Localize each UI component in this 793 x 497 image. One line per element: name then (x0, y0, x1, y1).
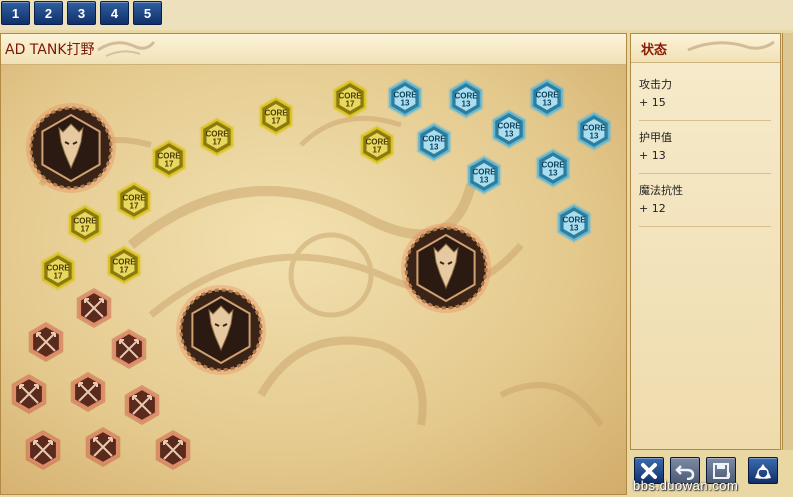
stat-attack-damage: 攻击力 + 15 (639, 70, 771, 121)
stat-label: 攻击力 (639, 78, 672, 91)
mark-slot-6[interactable] (121, 384, 163, 426)
rune-page-tabs: 1 2 3 4 5 (0, 0, 793, 30)
status-panel: 状态 攻击力 + 15 护甲值 + 13 魔法抗性 + 12 (630, 33, 781, 450)
stat-value: + 13 (639, 149, 666, 162)
dragon-head-icon (26, 103, 116, 193)
save-disk-icon (713, 462, 730, 479)
blue-rune-frame-icon (466, 155, 502, 195)
mark-slot-1[interactable] (73, 287, 115, 329)
build-title[interactable]: AD TANK打野 (5, 39, 95, 59)
crossed-arrows-icon (25, 430, 61, 470)
blue-rune-frame-icon (576, 111, 612, 151)
x-icon (641, 462, 657, 479)
blue-rune-2[interactable]: CORE 13 (445, 78, 487, 120)
page-tab-1[interactable]: 1 (1, 1, 30, 25)
blue-rune-1[interactable]: CORE 13 (384, 77, 426, 119)
page-tab-3[interactable]: 3 (67, 1, 96, 25)
blue-rune-frame-icon (416, 122, 452, 162)
status-title: 状态 (641, 43, 668, 58)
stat-value: + 15 (639, 96, 666, 109)
blue-rune-frame-icon (491, 109, 527, 149)
mark-slot-8[interactable] (82, 426, 124, 468)
page-tab-5[interactable]: 5 (133, 1, 162, 25)
mark-slot-4[interactable] (8, 373, 50, 415)
blue-rune-frame-icon (387, 78, 423, 118)
yellow-rune-frame-icon (106, 245, 142, 285)
crossed-arrows-icon (124, 385, 160, 425)
page-tab-2[interactable]: 2 (34, 1, 63, 25)
mark-slot-9[interactable] (152, 429, 194, 471)
yellow-rune-frame-icon (151, 139, 187, 179)
page-tab-4[interactable]: 4 (100, 1, 129, 25)
crossed-arrows-icon (76, 288, 112, 328)
tribal-swirl-ornament (687, 40, 775, 52)
blue-rune-frame-icon (448, 79, 484, 119)
build-title-bar: AD TANK打野 (1, 34, 626, 65)
status-header: 状态 (631, 34, 780, 63)
stat-magic-resist: 魔法抗性 + 12 (639, 176, 771, 227)
yellow-rune-2[interactable]: CORE 17 (356, 124, 398, 166)
blue-rune-6[interactable]: CORE 13 (573, 110, 615, 152)
blue-rune-4[interactable]: CORE 13 (413, 121, 455, 163)
watermark-text: bbs.duowan.com (633, 478, 739, 493)
blue-rune-3[interactable]: CORE 13 (526, 77, 568, 119)
yellow-rune-frame-icon (332, 79, 368, 119)
yellow-rune-8[interactable]: CORE 17 (103, 244, 145, 286)
mark-slot-5[interactable] (67, 371, 109, 413)
blue-rune-frame-icon (556, 203, 592, 243)
quintessence-slot-2[interactable] (175, 284, 267, 376)
crossed-arrows-icon (155, 430, 191, 470)
undo-arrow-icon (675, 464, 695, 480)
yellow-rune-3[interactable]: CORE 17 (255, 95, 297, 137)
yellow-rune-frame-icon (199, 117, 235, 157)
yellow-rune-frame-icon (258, 96, 294, 136)
yellow-rune-9[interactable]: CORE 17 (37, 250, 79, 292)
blue-rune-frame-icon (529, 78, 565, 118)
crossed-arrows-icon (111, 329, 147, 369)
crossed-arrows-icon (11, 374, 47, 414)
rune-page-panel: AD TANK打野 CORE 17 CORE 17 CORE 17 CORE 17 CORE 17… (0, 33, 627, 495)
yellow-rune-6[interactable]: CORE 17 (113, 180, 155, 222)
blue-rune-frame-icon (535, 148, 571, 188)
mark-slot-3[interactable] (108, 328, 150, 370)
stat-label: 护甲值 (639, 131, 672, 144)
crossed-arrows-icon (70, 372, 106, 412)
yellow-rune-frame-icon (67, 204, 103, 244)
dragon-head-icon (176, 285, 266, 375)
mark-slot-7[interactable] (22, 429, 64, 471)
yellow-rune-1[interactable]: CORE 17 (329, 78, 371, 120)
status-scrollbar[interactable] (782, 33, 793, 450)
blue-rune-7[interactable]: CORE 13 (463, 154, 505, 196)
blue-rune-9[interactable]: CORE 13 (553, 202, 595, 244)
stat-value: + 12 (639, 202, 666, 215)
quintessence-slot-3[interactable] (400, 222, 492, 314)
blue-rune-8[interactable]: CORE 13 (532, 147, 574, 189)
yellow-rune-frame-icon (116, 181, 152, 221)
stat-armor: 护甲值 + 13 (639, 123, 771, 174)
yellow-rune-frame-icon (40, 251, 76, 291)
blue-rune-5[interactable]: CORE 13 (488, 108, 530, 150)
crossed-arrows-icon (85, 427, 121, 467)
dragon-head-icon (401, 223, 491, 313)
mark-slot-2[interactable] (25, 321, 67, 363)
crossed-arrows-icon (28, 322, 64, 362)
quintessence-slot-1[interactable] (25, 102, 117, 194)
yellow-rune-7[interactable]: CORE 17 (64, 203, 106, 245)
stat-label: 魔法抗性 (639, 184, 683, 197)
yellow-rune-5[interactable]: CORE 17 (148, 138, 190, 180)
yellow-rune-4[interactable]: CORE 17 (196, 116, 238, 158)
tribal-swirl-ornament (97, 41, 156, 57)
yellow-rune-frame-icon (359, 125, 395, 165)
